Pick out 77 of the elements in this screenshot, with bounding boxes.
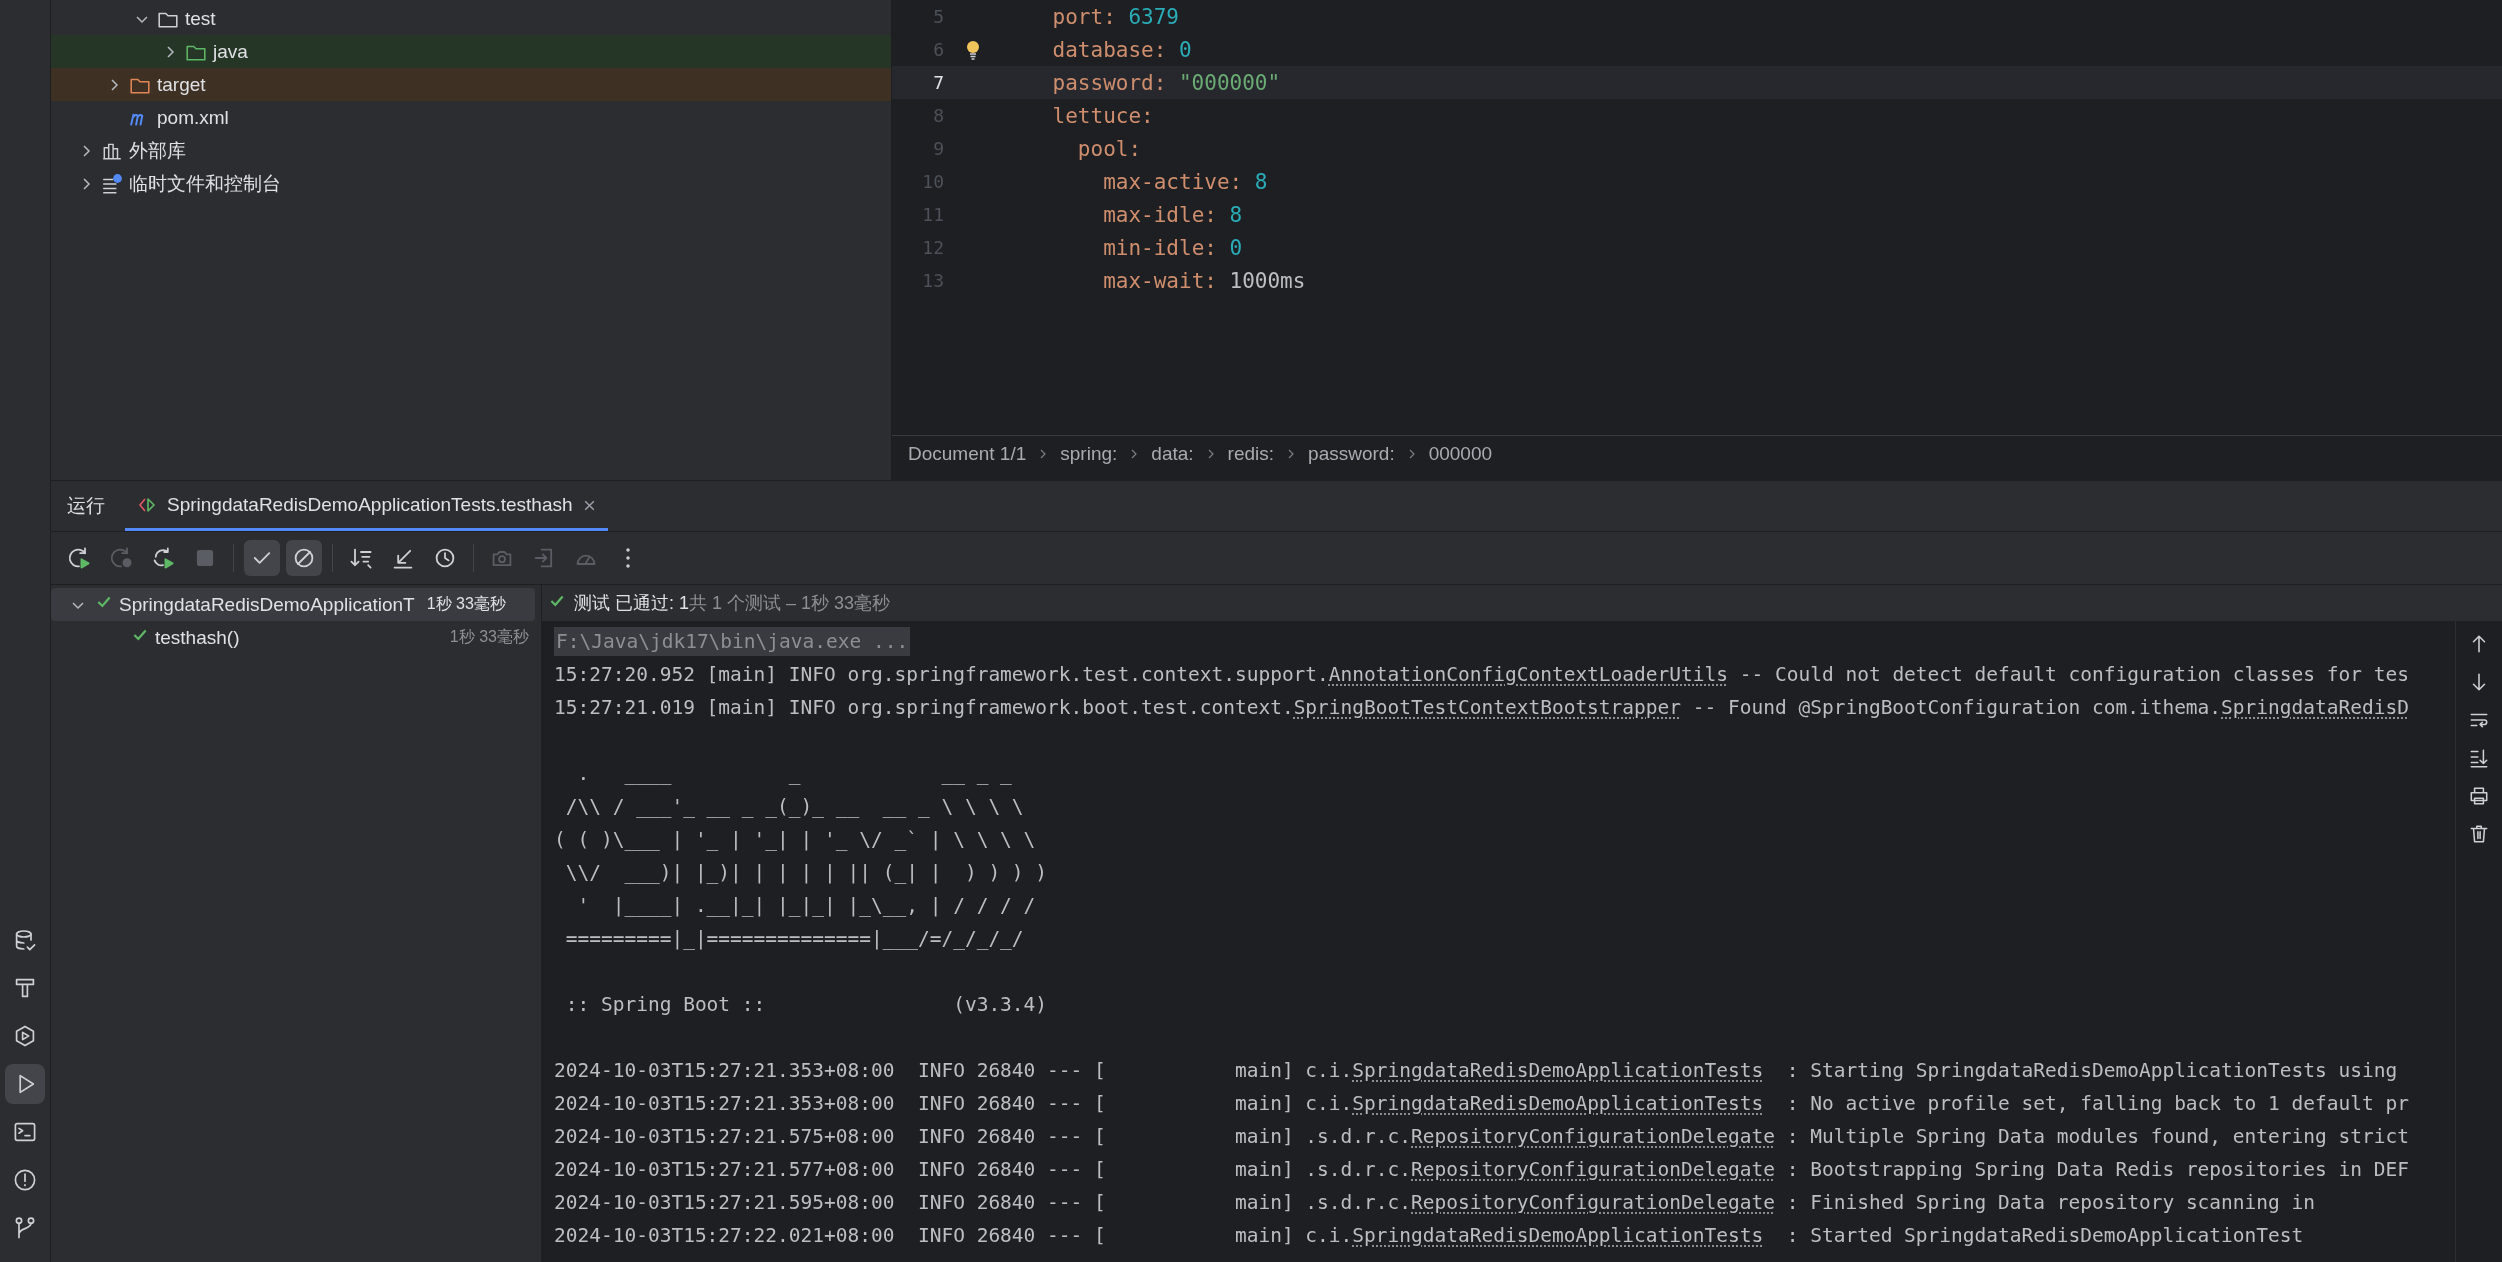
tree-item[interactable]: 外部库 xyxy=(129,137,186,164)
console-line: ( ( )\___ | '_ | '_| | '_ \/ _` | \ \ \ \ xyxy=(554,828,1036,851)
show-ignored-button[interactable] xyxy=(286,540,322,576)
scratches-icon xyxy=(101,172,123,195)
console-line: :: Spring Boot :: (v3.3.4) xyxy=(564,993,1048,1016)
tree-item[interactable]: target xyxy=(157,73,206,96)
console-line: 2024-10-03T15:27:21.353+08:00 INFO 26840 --- [ main] c.i.SpringdataRedisDemoApplicationTests : No active profile set, falling back to 1 default pr xyxy=(554,1091,2410,1117)
code-line: database: 0 xyxy=(1051,37,1192,62)
test-name[interactable]: SpringdataRedisDemoApplicationT xyxy=(119,593,415,616)
console-line: \\/ ___)| |_)| | | | | || (_| | ) ) ) ) xyxy=(564,861,1048,884)
console-line: 15:27:21.019 [main] INFO org.springframework.boot.test.context.SpringBootTestContextBootstrapper -- Found @SpringBootConfiguration com.ithema.SpringdataRedisD xyxy=(554,695,2410,721)
test-summary: 共 1 个测试 – 1秒 33毫秒 xyxy=(689,592,891,615)
lightbulb-icon[interactable] xyxy=(965,39,981,60)
code-line: min-idle: 0 xyxy=(1102,235,1243,260)
sort-icon xyxy=(349,546,373,570)
console-line: /\\ / ___'_ __ _ _(_)_ __ __ _ \ \ \ \ xyxy=(564,795,1024,818)
branch-icon xyxy=(13,1216,37,1240)
test-status: 测试 已通过: 1 xyxy=(574,592,689,615)
class-link[interactable]: SpringdataRedisDemoApplicationTests xyxy=(1352,1059,1764,1082)
code-line: lettuce: xyxy=(1051,103,1154,128)
breadcrumb-item[interactable]: spring: xyxy=(1060,443,1118,465)
rerun-dot-icon xyxy=(109,546,133,570)
code-line: pool: xyxy=(1076,136,1142,161)
breadcrumb-item[interactable]: data: xyxy=(1151,443,1194,465)
rerun-icon xyxy=(67,546,91,570)
test-duration: 1秒 33毫秒 xyxy=(449,627,530,647)
console-line: 2024-10-03T15:27:21.575+08:00 INFO 26840 --- [ main] .s.d.r.c.RepositoryConfigurationDelegate : Multiple Spring Data modules found, entering strict xyxy=(554,1124,2410,1150)
class-link[interactable]: SpringdataRedisDemoApplicationTests xyxy=(1352,1092,1764,1115)
breadcrumb-item[interactable]: 000000 xyxy=(1428,443,1493,465)
console-line: 15:27:20.952 [main] INFO org.springframework.test.context.support.AnnotationConfigContextLoaderUtils -- Could not detect default configuration classes for tes xyxy=(554,662,2410,688)
clock-icon xyxy=(433,546,457,570)
breadcrumb-item[interactable]: password: xyxy=(1308,443,1395,465)
console-line: ' |____| .__|_| |_|_| |_\__, | / / / / xyxy=(576,894,1036,917)
class-link[interactable]: RepositoryConfigurationDelegate xyxy=(1411,1125,1775,1148)
printer-icon[interactable] xyxy=(2468,785,2490,807)
console-line: 2024-10-03T15:27:21.595+08:00 INFO 26840 --- [ main] .s.d.r.c.RepositoryConfigurationDelegate : Finished Spring Data repository scanning in xyxy=(554,1190,2317,1216)
code-line: password: "000000" xyxy=(1051,70,1281,95)
line-number: 7 xyxy=(932,72,944,93)
run-tool-button[interactable] xyxy=(5,1064,45,1104)
code-line: max-active: 8 xyxy=(1102,169,1268,194)
class-link[interactable]: SpringdataRedisDemoApplicationTests xyxy=(1352,1224,1764,1247)
console-line: . ____ _ __ _ _ xyxy=(576,762,1012,785)
run-tab[interactable]: SpringdataRedisDemoApplicationTests.testhash xyxy=(125,494,608,531)
tree-item[interactable]: java xyxy=(213,40,248,63)
prohibited-icon xyxy=(292,546,316,570)
test-name[interactable]: testhash() xyxy=(155,626,240,649)
trash-icon[interactable] xyxy=(2468,823,2490,845)
warning-circle-icon xyxy=(13,1168,37,1192)
hammer-icon xyxy=(13,976,37,1000)
class-link[interactable]: RepositoryConfigurationDelegate xyxy=(1411,1191,1775,1214)
tree-item[interactable]: test xyxy=(185,7,216,30)
class-link[interactable]: AnnotationConfigContextLoaderUtils xyxy=(1328,663,1728,686)
console-line: 2024-10-03T15:27:21.577+08:00 INFO 26840 --- [ main] .s.d.r.c.RepositoryConfigurationDelegate : Bootstrapping Spring Data Redis repositories in DEF xyxy=(554,1157,2410,1183)
class-link[interactable]: SpringBootTestContextBootstrapper xyxy=(1293,696,1682,719)
code-line: port: 6379 xyxy=(1051,4,1179,29)
console-line: 2024-10-03T15:27:22.021+08:00 INFO 26840 --- [ main] c.i.SpringdataRedisDemoApplicationTests : Started SpringdataRedisDemoApplicationTest xyxy=(554,1223,2305,1249)
class-link[interactable]: SpringdataRedisD xyxy=(2221,696,2409,719)
tree-item[interactable]: pom.xml xyxy=(157,106,229,129)
test-duration: 1秒 33毫秒 xyxy=(426,594,507,614)
hexagon-play-icon xyxy=(13,1024,37,1048)
cycle-arrows-icon xyxy=(151,546,175,570)
show-passed-button[interactable] xyxy=(244,540,280,576)
console-line: =========|_|==============|___/=/_/_/_/ xyxy=(564,927,1024,950)
code-line: max-idle: 8 xyxy=(1102,202,1243,227)
terminal-icon xyxy=(13,1120,37,1144)
scroll-to-end-icon[interactable] xyxy=(2468,747,2490,769)
panel-title: 运行 xyxy=(67,494,105,518)
tree-item[interactable]: 临时文件和控制台 xyxy=(129,170,281,197)
code-line: max-wait: 1000ms xyxy=(1102,268,1306,293)
console-line: 2024-10-03T15:27:21.353+08:00 INFO 26840 --- [ main] c.i.SpringdataRedisDemoApplicationTests : Starting SpringdataRedisDemoApplicationTests using xyxy=(554,1058,2399,1084)
database-icon xyxy=(13,928,37,952)
test-run-icon xyxy=(137,495,157,515)
close-icon[interactable] xyxy=(582,498,596,512)
class-link[interactable]: RepositoryConfigurationDelegate xyxy=(1411,1158,1775,1181)
more-icon xyxy=(626,548,630,568)
breadcrumb-item[interactable]: redis: xyxy=(1227,443,1275,465)
breadcrumb-item[interactable]: Document 1/1 xyxy=(908,443,1027,465)
